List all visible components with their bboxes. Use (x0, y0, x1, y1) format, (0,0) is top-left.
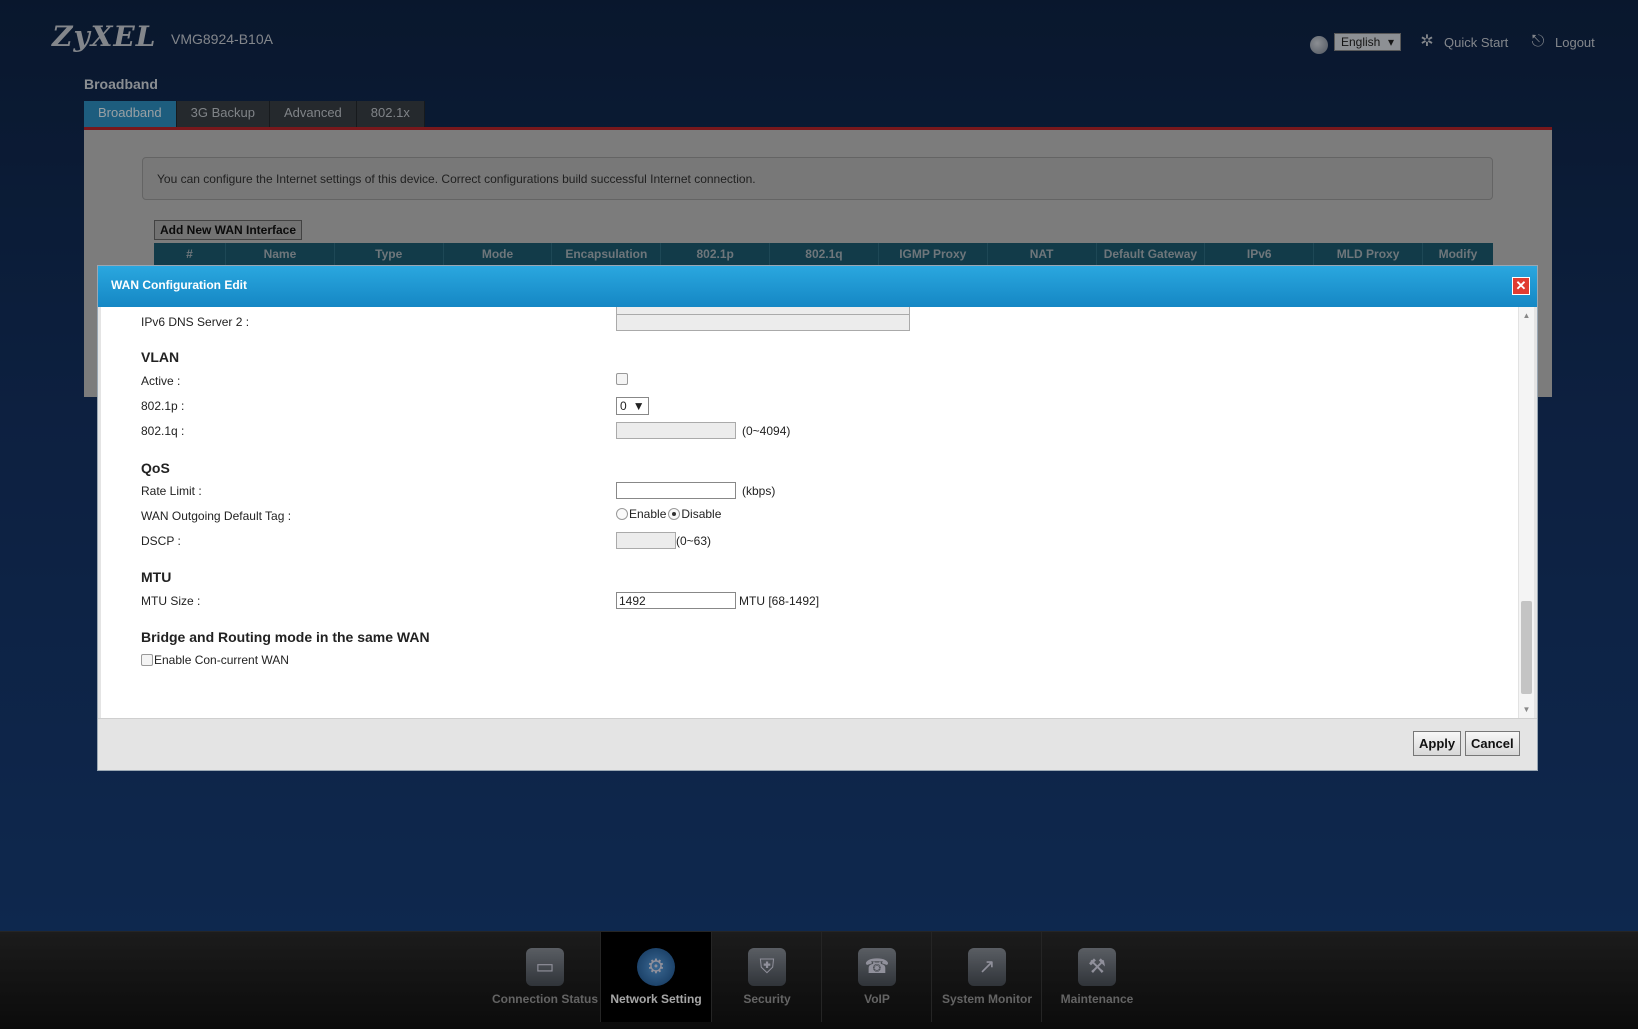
concurrent-wan-checkbox[interactable] (141, 654, 153, 666)
dscp-input[interactable] (616, 532, 676, 549)
bridge-routing-heading: Bridge and Routing mode in the same WAN (141, 629, 430, 645)
dialog-header: WAN Configuration Edit ✕ (98, 266, 1537, 307)
scroll-thumb[interactable] (1521, 601, 1532, 694)
dialog-title: WAN Configuration Edit (111, 278, 247, 292)
rate-limit-unit: (kbps) (742, 483, 776, 498)
tag-disable-radio[interactable] (668, 508, 681, 520)
vlan-heading: VLAN (141, 349, 180, 365)
rate-limit-label: Rate Limit : (141, 484, 202, 498)
concurrent-wan-label: Enable Con-current WAN (154, 653, 289, 667)
vlan-802-1p-value: 0 (620, 399, 627, 413)
tag-disable-label: Disable (681, 507, 722, 521)
tag-enable-radio[interactable] (616, 508, 628, 520)
ipv6-dns-server-2-label: IPv6 DNS Server 2 : (141, 315, 250, 329)
vlan-802-1p-label: 802.1p : (141, 399, 185, 413)
cancel-button[interactable]: Cancel (1465, 731, 1520, 756)
scroll-up-icon[interactable]: ▲ (1519, 309, 1534, 323)
ipv6-dns-server-2-input[interactable] (616, 314, 910, 331)
dialog-body: IPv6 DNS Server 2 : VLAN Active : 802.1p… (101, 307, 1534, 719)
close-icon[interactable]: ✕ (1512, 277, 1530, 295)
mtu-size-hint: MTU [68-1492] (739, 593, 820, 608)
vlan-802-1q-hint: (0~4094) (742, 423, 791, 438)
vlan-802-1q-input[interactable] (616, 422, 736, 439)
dialog-footer: Apply Cancel (98, 718, 1537, 770)
dialog-scrollbar[interactable]: ▲ ▼ (1518, 307, 1534, 719)
dscp-label: DSCP : (141, 534, 181, 548)
dropdown-arrow-icon: ▼ (632, 399, 645, 413)
wan-config-dialog: WAN Configuration Edit ✕ IPv6 DNS Server… (97, 265, 1538, 771)
scroll-down-icon[interactable]: ▼ (1519, 703, 1534, 717)
mtu-heading: MTU (141, 569, 172, 585)
mtu-size-input[interactable] (616, 592, 736, 609)
dscp-hint: (0~63) (676, 533, 712, 548)
vlan-active-checkbox[interactable] (616, 373, 628, 385)
qos-heading: QoS (141, 460, 170, 476)
rate-limit-input[interactable] (616, 482, 736, 499)
apply-button[interactable]: Apply (1413, 731, 1462, 756)
wan-outgoing-tag-label: WAN Outgoing Default Tag : (141, 509, 292, 523)
tag-enable-label: Enable (629, 507, 667, 521)
mtu-size-label: MTU Size : (141, 594, 201, 608)
vlan-802-1p-select[interactable]: 0 ▼ (616, 397, 649, 415)
vlan-802-1q-label: 802.1q : (141, 424, 185, 438)
vlan-active-label: Active : (141, 374, 181, 388)
